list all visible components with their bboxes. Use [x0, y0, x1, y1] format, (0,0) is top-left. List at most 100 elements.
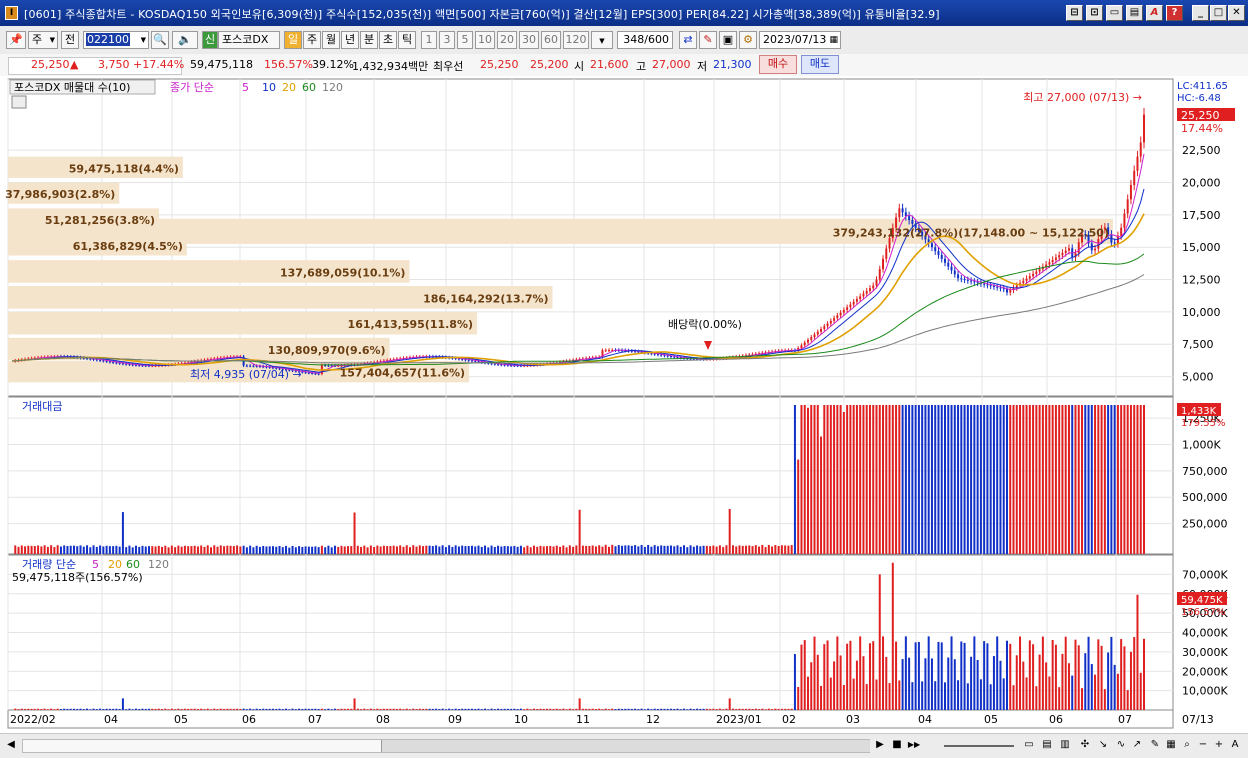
gear-icon[interactable]: ⚙	[739, 31, 757, 49]
text-tool-icon[interactable]: ✎	[1148, 738, 1162, 752]
ma-period-120: 120	[322, 81, 343, 94]
buy-button[interactable]: 매수	[759, 55, 797, 74]
trend-icon[interactable]: ↘	[1096, 738, 1110, 752]
volume-bar	[510, 708, 513, 710]
period-tick-tab[interactable]: 틱	[398, 31, 416, 49]
speaker-icon[interactable]: 🔈	[172, 31, 198, 49]
amount-bar	[810, 405, 813, 554]
window-layout-button-3[interactable]: ▭	[1106, 5, 1123, 21]
amount-bar	[1077, 405, 1080, 554]
zoom-out-button[interactable]: −	[1196, 738, 1210, 752]
window-layout-button-4[interactable]: ▤	[1126, 5, 1143, 21]
amount-bar	[223, 546, 226, 554]
minimize-button[interactable]: _	[1192, 5, 1209, 21]
amount-bar	[464, 546, 467, 554]
volume-bar	[395, 708, 398, 710]
period-month-tab[interactable]: 월	[322, 31, 340, 49]
prev-button[interactable]: 전	[61, 31, 79, 49]
scroll-left-icon[interactable]: ◀	[4, 738, 18, 752]
interval-5-button[interactable]: 5	[457, 31, 473, 49]
date-input[interactable]: 2023/07/13 ▦	[759, 31, 841, 49]
volume-bar	[118, 708, 121, 710]
count-input[interactable]: 348/600	[617, 31, 673, 49]
interval-20-button[interactable]: 20	[497, 31, 517, 49]
volume-bar	[529, 709, 532, 710]
zoom-slider[interactable]	[944, 745, 1014, 747]
volume-bar	[480, 709, 483, 710]
amount-bar	[497, 545, 500, 554]
amount-bar	[992, 405, 995, 554]
arrow-icon[interactable]: ↗	[1130, 738, 1144, 752]
volume-bar	[532, 708, 535, 710]
period-second-tab[interactable]: 초	[379, 31, 397, 49]
layout-icon-3[interactable]: ▥	[1058, 738, 1072, 752]
stock-name-field[interactable]: 포스코DX	[218, 31, 280, 49]
interval-30-button[interactable]: 30	[519, 31, 539, 49]
interval-60-button[interactable]: 60	[541, 31, 561, 49]
scroll-thumb[interactable]	[381, 740, 870, 752]
maximize-button[interactable]: □	[1210, 5, 1227, 21]
interval-custom-select[interactable]: ▼	[591, 31, 613, 49]
window-layout-button-1[interactable]: ⊟	[1066, 5, 1083, 21]
candle-body	[983, 283, 986, 285]
candle-body	[607, 350, 610, 352]
volume-bar	[621, 708, 624, 710]
stock-chart[interactable]: 2022/02 04 05 06 07 08 09 10 11 12 2023/01 02 03 04 05…	[0, 76, 1248, 733]
volume-bar	[963, 642, 966, 710]
amount-bar	[891, 405, 894, 554]
amount-bar	[621, 545, 624, 554]
scroll-track[interactable]	[22, 739, 870, 753]
help-button[interactable]: ?	[1166, 5, 1183, 21]
stop-icon[interactable]: ■	[890, 738, 904, 752]
zoom-in-button[interactable]: +	[1212, 738, 1226, 752]
candle-body	[1113, 242, 1116, 244]
candle-body	[872, 285, 875, 289]
volume-profile-label: 157,404,657(11.6%)	[340, 367, 465, 380]
interval-10-button[interactable]: 10	[475, 31, 495, 49]
interval-120-button[interactable]: 120	[563, 31, 589, 49]
chart-background	[0, 76, 1248, 733]
amount-bar	[575, 545, 578, 554]
volume-bar	[180, 708, 183, 710]
lc-label: LC:411.65	[1177, 81, 1228, 92]
chart-list-icon[interactable]: ▦	[1164, 738, 1178, 752]
period-minute-tab[interactable]: 분	[360, 31, 378, 49]
draw-icon[interactable]: ✎	[699, 31, 717, 49]
amount-bar	[1022, 405, 1025, 554]
compare-icon[interactable]: ⇄	[679, 31, 697, 49]
crosshair-icon[interactable]: ✣	[1078, 738, 1092, 752]
period-day-tab[interactable]: 일	[284, 31, 302, 49]
amount-bar	[529, 547, 532, 554]
market-select[interactable]: 주 ▼	[28, 31, 58, 49]
search-icon[interactable]: 🔍	[151, 31, 169, 49]
period-week-tab[interactable]: 주	[303, 31, 321, 49]
amount-bar	[425, 545, 428, 554]
play-icon[interactable]: ▶	[873, 738, 887, 752]
layout-icon-1[interactable]: ▭	[1022, 738, 1036, 752]
amount-bar	[239, 546, 242, 554]
stock-code-input[interactable]: 022100 ▼	[83, 31, 149, 49]
pin-icon[interactable]: 📌	[6, 31, 26, 49]
save-icon[interactable]: ▣	[719, 31, 737, 49]
wave-icon[interactable]: ∿	[1114, 738, 1128, 752]
amount-bar	[653, 545, 656, 554]
amount-bar	[953, 405, 956, 554]
amount-bar	[268, 546, 271, 554]
calculator-icon[interactable]	[11, 95, 27, 109]
volume-bar	[634, 708, 637, 710]
window-layout-button-2[interactable]: ⊡	[1086, 5, 1103, 21]
zoom-icon[interactable]: ⌕	[1180, 738, 1194, 752]
candle-body	[846, 307, 849, 310]
amount-bar	[630, 545, 633, 554]
layout-icon-2[interactable]: ▤	[1040, 738, 1054, 752]
amount-bar	[379, 546, 382, 554]
auto-scale-button[interactable]: A	[1228, 738, 1242, 752]
interval-3-button[interactable]: 3	[439, 31, 455, 49]
period-year-tab[interactable]: 년	[341, 31, 359, 49]
interval-1-button[interactable]: 1	[421, 31, 437, 49]
fast-forward-icon[interactable]: ▶▶	[907, 738, 921, 752]
amount-bar	[536, 546, 539, 554]
close-button[interactable]: ✕	[1228, 5, 1245, 21]
font-icon[interactable]: A	[1146, 5, 1163, 21]
sell-button[interactable]: 매도	[801, 55, 839, 74]
